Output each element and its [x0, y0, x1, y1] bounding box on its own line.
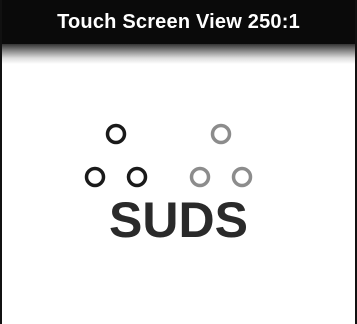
bubble-dark-top: [105, 123, 126, 145]
bubble-light-top: [210, 123, 231, 145]
suds-logo-bubbles: [84, 123, 252, 188]
bubble-dark-bottom-right: [126, 166, 147, 188]
bubble-dark-bottom-left: [84, 166, 105, 188]
window-title: Touch Screen View 250:1: [57, 10, 300, 33]
title-bar: Touch Screen View 250:1: [2, 0, 355, 44]
touch-screen-view: Touch Screen View 250:1 SUDS: [0, 0, 357, 324]
bubble-light-bottom-left: [189, 166, 210, 188]
title-bar-shadow: [2, 44, 355, 64]
bubble-light-bottom-right: [231, 166, 252, 188]
suds-logo-text: SUDS: [109, 192, 248, 248]
